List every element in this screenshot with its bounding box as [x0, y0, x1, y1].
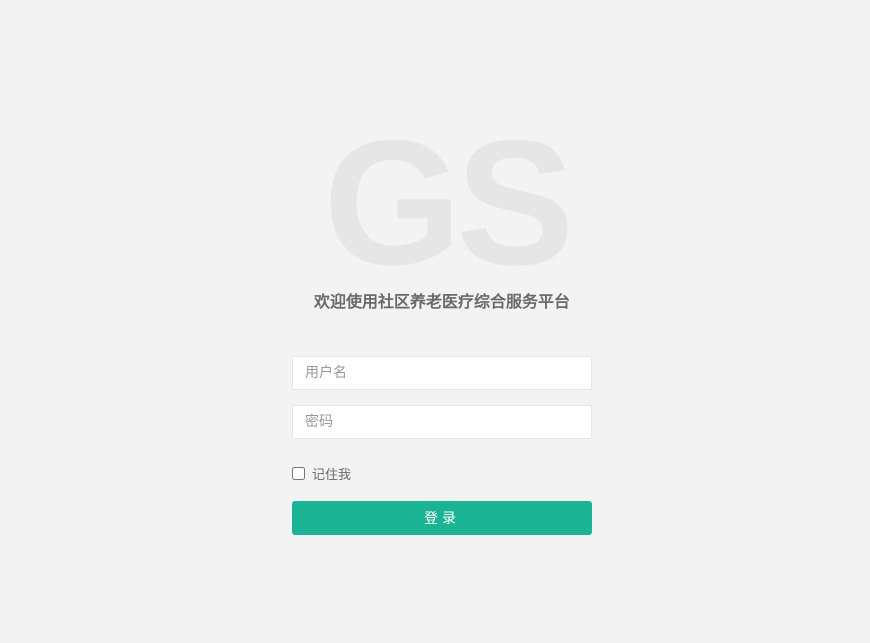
- remember-me-label[interactable]: 记住我: [312, 464, 351, 483]
- logo: GS: [323, 103, 574, 302]
- login-button[interactable]: 登录: [292, 501, 592, 535]
- password-input[interactable]: [292, 405, 592, 439]
- username-input[interactable]: [292, 356, 592, 390]
- login-panel: GS 欢迎使用社区养老医疗综合服务平台 记住我 登录: [292, 103, 592, 535]
- page-title: 欢迎使用社区养老医疗综合服务平台: [313, 292, 570, 311]
- remember-me-row: 记住我: [292, 464, 592, 483]
- remember-me-checkbox[interactable]: [292, 466, 305, 480]
